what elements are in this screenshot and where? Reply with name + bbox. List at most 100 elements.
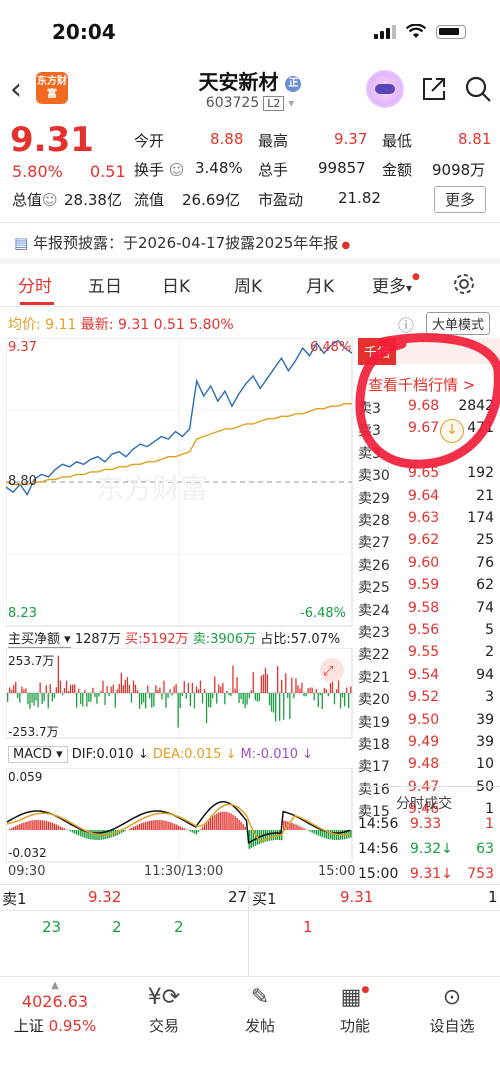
low-value: 8.81 — [458, 130, 492, 148]
macd-bar — [19, 824, 21, 830]
macd-top-label: 0.059 — [8, 770, 43, 784]
divider — [0, 884, 500, 885]
tab-intraday[interactable]: 分时 — [18, 272, 52, 297]
trade-volume: 753 — [467, 866, 494, 882]
net-buy-bar — [122, 685, 124, 693]
tab-weekly-k[interactable]: 周K — [234, 272, 262, 297]
sell-order-2: 2 — [112, 918, 122, 936]
net-buy-bar — [116, 689, 118, 693]
ask-row[interactable]: 卖27 9.62 25 — [358, 532, 500, 555]
net-buy-bar — [21, 686, 23, 693]
tabbar-add-watchlist[interactable]: ⊙ 设自选 — [412, 985, 492, 1036]
ask-row[interactable]: 卖19 9.50 39 — [358, 712, 500, 735]
ask-row[interactable]: 卖28 9.63 174 — [358, 510, 500, 533]
tab-five-day[interactable]: 五日 — [88, 272, 122, 297]
net-buy-bar — [246, 693, 248, 705]
net-buy-bar — [155, 685, 157, 693]
macd-bar — [169, 822, 171, 830]
tab-more[interactable]: 更多▾● — [372, 272, 420, 297]
net-buy-bar — [350, 686, 352, 693]
ratio-label: 占比: — [260, 632, 291, 647]
net-buy-bar — [297, 685, 299, 693]
notification-dot: ● — [412, 272, 420, 282]
ask-row[interactable]: 卖23 9.56 5 — [358, 622, 500, 645]
latest-label: 最新: — [80, 317, 114, 333]
ask-row[interactable]: 卖26 9.60 76 — [358, 555, 500, 578]
ask-price: 9.63 — [408, 510, 440, 526]
net-buy-bar — [37, 693, 39, 708]
net-buy-bar — [203, 689, 206, 693]
ask-row[interactable]: 卖18 9.49 39 — [358, 734, 500, 757]
net-buy-bar — [69, 684, 72, 693]
tab-daily-k[interactable]: 日K — [162, 272, 190, 297]
ask-row[interactable]: 卖24 9.58 74 — [358, 600, 500, 623]
macd-bottom-label: -0.032 — [8, 846, 47, 860]
net-buy-bar — [169, 689, 171, 693]
net-buy-bar — [49, 684, 51, 693]
net-buy-bar — [171, 693, 173, 696]
ask-level-label: 卖16 — [358, 781, 390, 798]
chevron-down-icon[interactable]: ▾ — [284, 96, 294, 110]
more-button[interactable]: 更多 — [433, 186, 486, 213]
ask-row[interactable]: 卖29 9.64 21 — [358, 488, 500, 511]
macd-bar — [305, 829, 307, 830]
net-buy-bar — [224, 693, 226, 705]
sell-order-1: 23 — [42, 918, 62, 936]
report-notice[interactable]: ▤ 年报预披露：于2026-04-17披露2025年年报 ● — [14, 232, 350, 253]
settings-icon[interactable] — [452, 272, 476, 296]
low-label: 最低 — [382, 132, 413, 150]
share-icon[interactable] — [420, 75, 448, 103]
x-label-close: 15:00 — [318, 864, 356, 879]
ask-row[interactable]: 卖20 9.52 3 — [358, 689, 500, 712]
macd-select[interactable]: MACD ▾ — [8, 746, 68, 763]
ask-level-label: 卖23 — [358, 625, 390, 641]
ask-level-label: 卖19 — [358, 714, 390, 731]
macd-bar — [51, 822, 54, 830]
net-buy-bar — [189, 693, 191, 707]
macd-bar — [76, 830, 78, 835]
net-buy-bar — [348, 693, 350, 709]
y-bottom-label: 8.23 — [8, 606, 37, 621]
net-buy-bar — [295, 678, 297, 693]
ai-assistant-icon[interactable] — [366, 70, 404, 108]
download-icon[interactable]: ↓ — [440, 419, 464, 443]
tabbar-post[interactable]: ✎ 发帖 — [220, 985, 300, 1036]
index-pct: 0.95% — [48, 1017, 97, 1035]
net-buy-bar — [266, 674, 269, 693]
search-icon[interactable] — [464, 75, 492, 103]
macd-bar — [266, 830, 269, 842]
net-buy-bar — [175, 684, 177, 693]
info-icon[interactable]: ☺ — [169, 161, 185, 179]
buy-label: 买: — [125, 632, 143, 647]
macd-bar — [230, 813, 232, 830]
index-widget[interactable]: ▲ 4026.63 上证 0.95% — [0, 980, 110, 1036]
indicator-select[interactable]: 主买净额 ▾ — [8, 632, 71, 648]
net-buy-bar — [244, 693, 246, 709]
ask-row[interactable]: 卖17 9.48 10 — [358, 756, 500, 779]
ask-row[interactable]: 卖25 9.59 62 — [358, 577, 500, 600]
change-amount: 0.51 — [90, 162, 126, 181]
net-buy-bar — [7, 693, 9, 702]
notice-text: 年报预披露：于2026-04-17披露2025年年报 — [32, 234, 339, 252]
net-buy-bar — [136, 690, 139, 693]
intraday-chart[interactable]: 东方财富 — [6, 338, 354, 628]
net-buy-bar — [248, 693, 250, 699]
net-buy-bar — [29, 693, 31, 709]
macd-chart[interactable] — [6, 768, 354, 864]
expand-icon[interactable]: ⤢ — [320, 658, 344, 682]
macd-name: MACD — [13, 747, 52, 762]
macd-bar — [147, 821, 149, 830]
net-buy-bar — [126, 677, 129, 693]
ask-row[interactable]: 卖21 9.54 94 — [358, 667, 500, 690]
macd-bar — [69, 830, 72, 832]
info-icon[interactable]: ☺ — [42, 191, 58, 209]
amount-label: 金额 — [382, 161, 413, 179]
macd-bar — [216, 813, 218, 830]
tabbar-functions[interactable]: ▦● 功能 — [315, 985, 395, 1036]
level-badge[interactable]: L2 — [263, 96, 285, 111]
header-actions — [366, 70, 492, 108]
tabbar-trade[interactable]: ¥⟳ 交易 — [124, 985, 204, 1036]
status-icons — [374, 24, 466, 39]
ask-row[interactable]: 卖22 9.55 2 — [358, 644, 500, 667]
tab-monthly-k[interactable]: 月K — [306, 272, 334, 297]
